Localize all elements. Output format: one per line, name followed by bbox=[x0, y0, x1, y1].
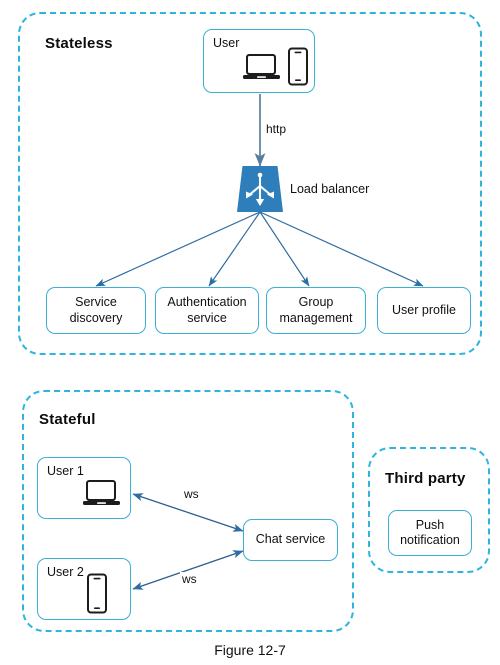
diagram-canvas: Stateless User http Load balancer Servic… bbox=[0, 0, 500, 665]
group-third-party-title: Third party bbox=[385, 470, 466, 487]
node-user-2-label: User 2 bbox=[47, 565, 84, 579]
node-user-profile-label: User profile bbox=[392, 302, 456, 317]
edge-label-ws-user2: ws bbox=[180, 572, 199, 586]
node-service-discovery-label: Service discovery bbox=[69, 295, 123, 325]
node-authentication-service-label: Authentication service bbox=[167, 295, 247, 325]
load-balancer-label: Load balancer bbox=[290, 182, 370, 196]
group-stateful-title: Stateful bbox=[39, 411, 96, 428]
laptop-icon bbox=[83, 480, 120, 505]
laptop-icon bbox=[243, 54, 280, 79]
node-push-notification-label: Push notification bbox=[400, 517, 460, 547]
node-chat-service-label: Chat service bbox=[255, 532, 326, 547]
node-push-notification[interactable]: Push notification bbox=[388, 510, 472, 556]
phone-icon bbox=[87, 573, 107, 614]
node-user-1-label: User 1 bbox=[47, 464, 84, 478]
node-group-management-label: Group management bbox=[279, 295, 353, 325]
load-balancer-icon[interactable] bbox=[237, 166, 283, 212]
node-service-discovery[interactable]: Service discovery bbox=[46, 287, 146, 334]
node-user[interactable]: User bbox=[203, 29, 315, 93]
phone-icon bbox=[288, 47, 308, 86]
node-user-2[interactable]: User 2 bbox=[37, 558, 131, 620]
node-chat-service[interactable]: Chat service bbox=[243, 519, 338, 561]
edge-label-http: http bbox=[264, 122, 289, 136]
node-user-label: User bbox=[213, 36, 240, 50]
node-user-profile[interactable]: User profile bbox=[377, 287, 471, 334]
node-authentication-service[interactable]: Authentication service bbox=[155, 287, 259, 334]
edge-label-ws-user1: ws bbox=[182, 487, 201, 501]
group-stateless-title: Stateless bbox=[45, 35, 113, 52]
node-user-1[interactable]: User 1 bbox=[37, 457, 131, 519]
figure-caption: Figure 12-7 bbox=[214, 642, 286, 658]
node-group-management[interactable]: Group management bbox=[266, 287, 366, 334]
